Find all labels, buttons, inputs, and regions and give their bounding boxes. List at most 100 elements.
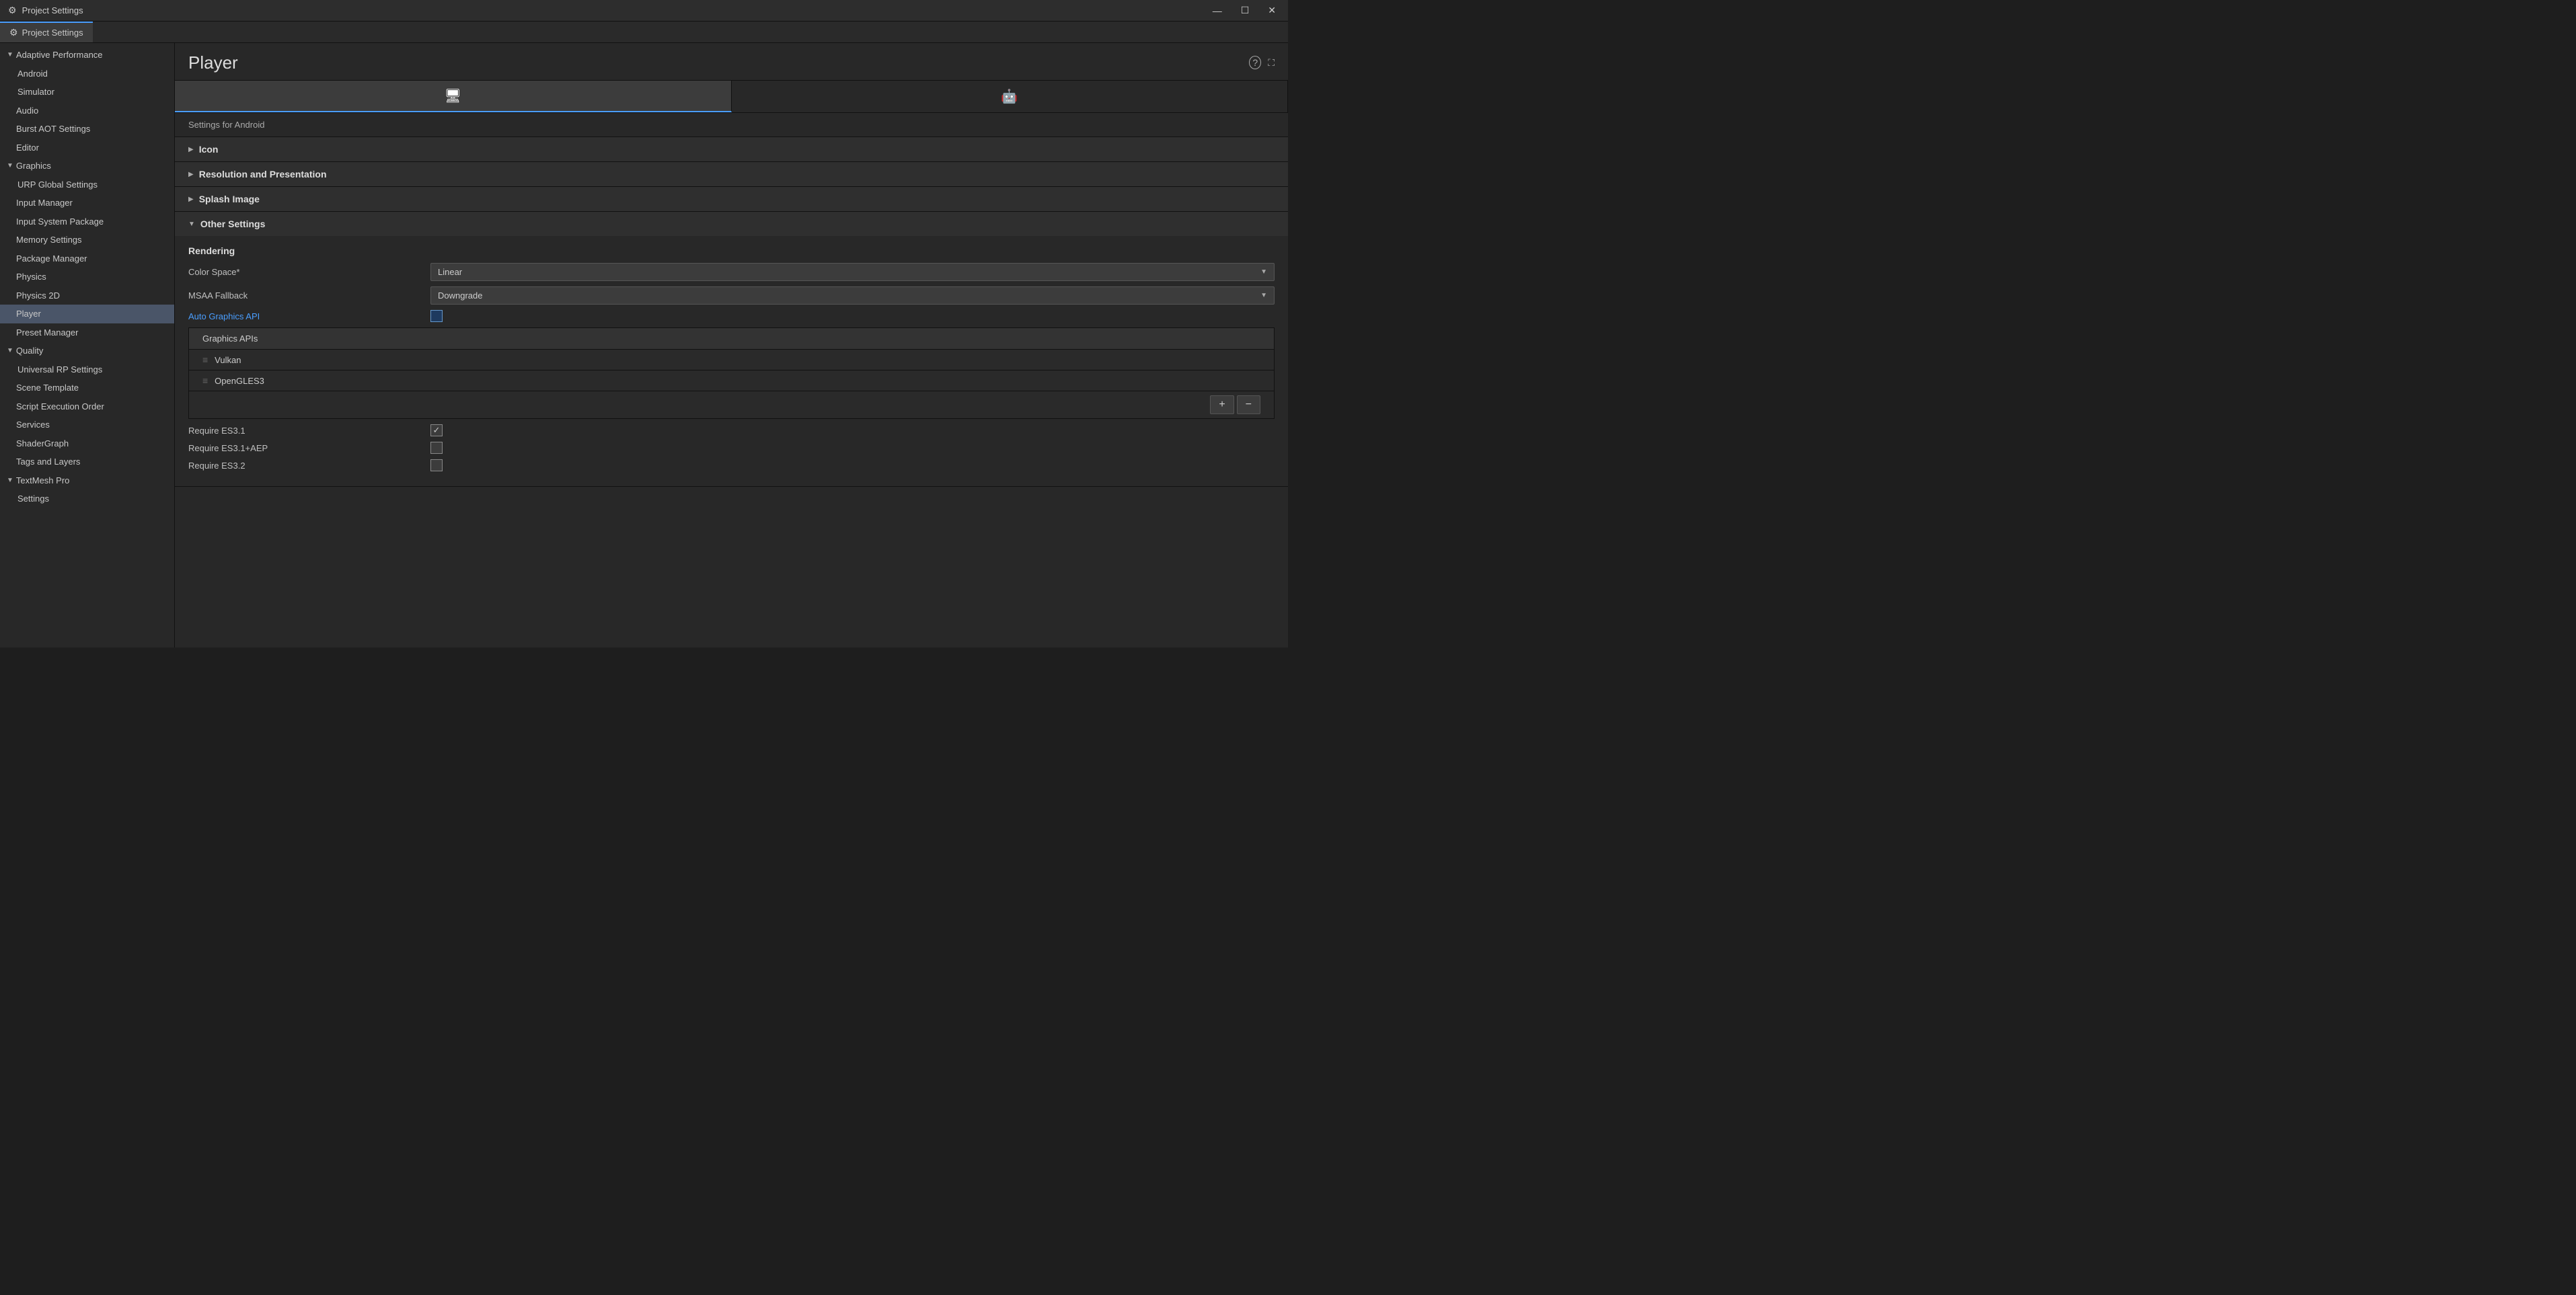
sidebar-item-quality[interactable]: Quality — [0, 342, 174, 360]
maximize-button[interactable]: ☐ — [1237, 3, 1254, 17]
arrow-adaptive-performance — [7, 50, 13, 60]
auto-graphics-row: Auto Graphics API — [188, 310, 1275, 322]
msaa-fallback-control[interactable]: Downgrade ▼ — [430, 286, 1275, 305]
sidebar-item-shader-graph[interactable]: ShaderGraph — [0, 434, 174, 453]
sidebar-item-graphics[interactable]: Graphics — [0, 157, 174, 175]
require-es31aep-row: Require ES3.1+AEP — [188, 442, 1275, 454]
title-bar-left: Project Settings — [8, 5, 83, 16]
minimize-button[interactable]: — — [1209, 3, 1226, 17]
msaa-fallback-dropdown[interactable]: Downgrade ▼ — [430, 286, 1275, 305]
label-burst-aot: Burst AOT Settings — [16, 122, 90, 136]
label-textmesh-settings: Settings — [17, 492, 49, 506]
section-splash: Splash Image — [175, 187, 1288, 212]
section-icon-header[interactable]: Icon — [175, 137, 1288, 161]
sidebar-item-tags-layers[interactable]: Tags and Layers — [0, 453, 174, 471]
label-memory-settings: Memory Settings — [16, 233, 82, 247]
sidebar-item-textmesh-settings[interactable]: Settings — [0, 489, 174, 508]
other-section-arrow — [188, 221, 195, 228]
label-graphics: Graphics — [16, 159, 51, 173]
sidebar-item-input-manager[interactable]: Input Manager — [0, 194, 174, 212]
add-api-button[interactable]: + — [1210, 395, 1234, 414]
sidebar-item-universal-rp[interactable]: Universal RP Settings — [0, 360, 174, 379]
api-vulkan: ≡ Vulkan — [189, 350, 1274, 370]
tab-android[interactable]: 🤖 — [732, 81, 1289, 112]
remove-api-button[interactable]: − — [1237, 395, 1260, 414]
splash-section-arrow — [188, 196, 194, 203]
sidebar-item-scene-template[interactable]: Scene Template — [0, 379, 174, 397]
sidebar-item-editor[interactable]: Editor — [0, 139, 174, 157]
color-space-value: Linear — [438, 267, 462, 277]
tab-project-settings[interactable]: Project Settings — [0, 22, 93, 42]
color-space-row: Color Space* Linear ▼ — [188, 263, 1275, 281]
header-icons — [1249, 57, 1275, 69]
require-es32-row: Require ES3.2 — [188, 459, 1275, 471]
close-button[interactable]: ✕ — [1264, 3, 1280, 17]
sidebar-item-memory-settings[interactable]: Memory Settings — [0, 231, 174, 249]
icon-section-title: Icon — [199, 144, 219, 155]
sidebar-item-script-execution[interactable]: Script Execution Order — [0, 397, 174, 416]
require-es31-control — [430, 424, 1275, 436]
content-header: Player — [175, 43, 1288, 81]
color-space-label: Color Space* — [188, 267, 430, 277]
auto-graphics-control — [430, 310, 1275, 322]
tab-label: Project Settings — [22, 28, 83, 38]
sidebar-items-container: Adaptive Performance Android Simulator Audi… — [0, 46, 174, 508]
label-quality: Quality — [16, 344, 43, 358]
sidebar-item-android[interactable]: Android — [0, 65, 174, 83]
label-audio: Audio — [16, 104, 38, 118]
monitor-icon: 🖥 — [445, 87, 461, 104]
sidebar-item-physics-2d[interactable]: Physics 2D — [0, 286, 174, 305]
sidebar-item-package-manager[interactable]: Package Manager — [0, 249, 174, 268]
require-es32-label: Require ES3.2 — [188, 461, 430, 471]
resolution-section-arrow — [188, 171, 194, 178]
auto-graphics-label[interactable]: Auto Graphics API — [188, 311, 430, 321]
section-other-header[interactable]: Other Settings — [175, 212, 1288, 236]
sidebar-item-physics[interactable]: Physics — [0, 268, 174, 286]
sidebar-item-player[interactable]: Player — [0, 305, 174, 323]
sidebar-item-simulator[interactable]: Simulator — [0, 83, 174, 102]
title-bar-controls: — ☐ ✕ — [1209, 3, 1280, 17]
sidebar-item-textmesh-pro[interactable]: TextMesh Pro — [0, 471, 174, 490]
icon-section-arrow — [188, 146, 194, 153]
color-space-control[interactable]: Linear ▼ — [430, 263, 1275, 281]
label-textmesh-pro: TextMesh Pro — [16, 474, 69, 487]
sidebar-item-adaptive-performance[interactable]: Adaptive Performance — [0, 46, 174, 65]
opengles3-drag-handle: ≡ — [202, 375, 208, 386]
vulkan-drag-handle: ≡ — [202, 354, 208, 365]
other-section-title: Other Settings — [200, 219, 265, 229]
sidebar-item-audio[interactable]: Audio — [0, 102, 174, 120]
sidebar-item-urp-global[interactable]: URP Global Settings — [0, 175, 174, 194]
android-icon: 🤖 — [1001, 88, 1018, 105]
dropdown-arrow-icon: ▼ — [1260, 268, 1267, 276]
auto-graphics-checkbox[interactable] — [430, 310, 443, 322]
msaa-fallback-row: MSAA Fallback Downgrade ▼ — [188, 286, 1275, 305]
section-resolution-header[interactable]: Resolution and Presentation — [175, 162, 1288, 186]
section-splash-header[interactable]: Splash Image — [175, 187, 1288, 211]
sidebar-item-services[interactable]: Services — [0, 416, 174, 434]
label-editor: Editor — [16, 141, 39, 155]
resolution-section-title: Resolution and Presentation — [199, 169, 327, 180]
tab-pc[interactable]: 🖥 — [175, 81, 732, 112]
require-es32-checkbox[interactable] — [430, 459, 443, 471]
help-icon[interactable] — [1249, 57, 1261, 69]
require-es31aep-checkbox[interactable] — [430, 442, 443, 454]
fullscreen-icon[interactable] — [1268, 57, 1275, 69]
sidebar-item-input-system[interactable]: Input System Package — [0, 212, 174, 231]
require-es31-checkbox[interactable] — [430, 424, 443, 436]
require-es32-control — [430, 459, 1275, 471]
require-es31aep-label: Require ES3.1+AEP — [188, 443, 430, 453]
api-buttons: + − — [189, 391, 1274, 418]
sidebar-item-burst-aot[interactable]: Burst AOT Settings — [0, 120, 174, 139]
label-android: Android — [17, 67, 48, 81]
platform-tabs: 🖥 🤖 — [175, 81, 1288, 113]
sidebar-item-preset-manager[interactable]: Preset Manager — [0, 323, 174, 342]
require-es31-label: Require ES3.1 — [188, 426, 430, 436]
color-space-dropdown[interactable]: Linear ▼ — [430, 263, 1275, 281]
label-preset-manager: Preset Manager — [16, 326, 79, 340]
settings-label: Settings for Android — [175, 113, 1288, 137]
label-physics: Physics — [16, 270, 46, 284]
gear-icon — [8, 5, 17, 16]
label-input-system: Input System Package — [16, 215, 104, 229]
label-tags-layers: Tags and Layers — [16, 455, 80, 469]
require-es31-row: Require ES3.1 — [188, 424, 1275, 436]
